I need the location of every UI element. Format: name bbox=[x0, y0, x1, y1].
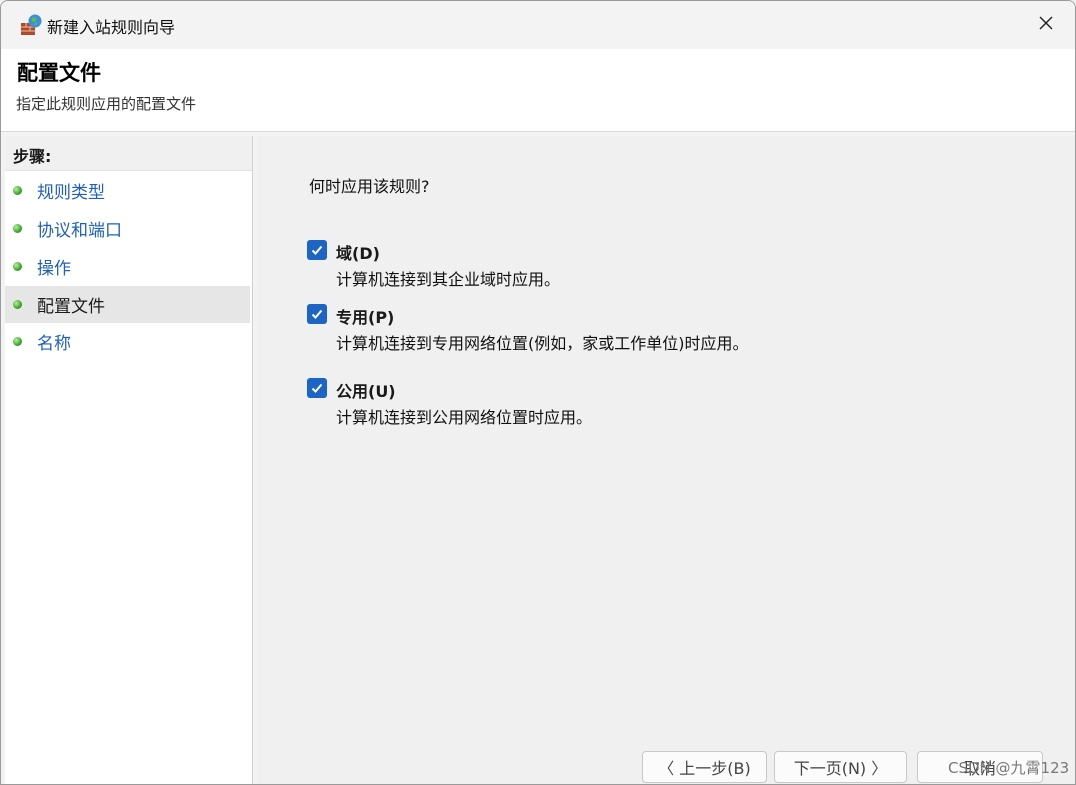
step-name[interactable]: 名称 bbox=[5, 323, 250, 360]
steps-heading: 步骤: bbox=[5, 136, 252, 171]
step-label: 协议和端口 bbox=[37, 221, 122, 241]
step-status-icon bbox=[13, 262, 22, 271]
checkmark-icon bbox=[311, 245, 323, 255]
steps-panel: 步骤: 规则类型 协议和端口 操作 配置文件 名称 bbox=[5, 136, 253, 784]
private-description: 计算机连接到专用网络位置(例如，家或工作单位)时应用。 bbox=[336, 334, 749, 353]
public-label[interactable]: 公用(U) bbox=[336, 378, 396, 402]
apply-question: 何时应用该规则? bbox=[309, 177, 430, 196]
step-rule-type[interactable]: 规则类型 bbox=[5, 172, 250, 209]
wizard-window: 新建入站规则向导 配置文件 指定此规则应用的配置文件 步骤: 规则类型 协议和端… bbox=[0, 0, 1076, 785]
step-label: 规则类型 bbox=[37, 183, 105, 203]
checkmark-icon bbox=[311, 383, 323, 393]
step-label: 名称 bbox=[37, 334, 71, 354]
close-icon bbox=[1038, 15, 1054, 35]
public-checkbox[interactable] bbox=[307, 378, 327, 398]
step-status-icon bbox=[13, 224, 22, 233]
checkmark-icon bbox=[311, 309, 323, 319]
step-label: 操作 bbox=[37, 259, 71, 279]
step-status-icon bbox=[13, 186, 22, 195]
private-label[interactable]: 专用(P) bbox=[336, 304, 394, 328]
domain-description: 计算机连接到其企业域时应用。 bbox=[336, 270, 561, 289]
firewall-icon bbox=[19, 13, 43, 37]
step-status-icon bbox=[13, 337, 22, 346]
window-title: 新建入站规则向导 bbox=[47, 18, 176, 37]
step-profile[interactable]: 配置文件 bbox=[5, 286, 250, 323]
domain-label[interactable]: 域(D) bbox=[336, 240, 380, 264]
title-bar: 新建入站规则向导 bbox=[1, 1, 1075, 49]
next-button[interactable]: 下一页(N) 〉 bbox=[774, 751, 907, 783]
back-button[interactable]: 〈 上一步(B) bbox=[642, 751, 767, 783]
step-status-icon bbox=[13, 300, 22, 309]
private-checkbox[interactable] bbox=[307, 304, 327, 324]
public-description: 计算机连接到公用网络位置时应用。 bbox=[336, 408, 593, 427]
close-button[interactable] bbox=[1017, 1, 1075, 49]
page-subtitle: 指定此规则应用的配置文件 bbox=[16, 95, 197, 113]
main-content: 何时应用该规则? 域(D) 计算机连接到其企业域时应用。 专用(P) 计算机连接… bbox=[257, 136, 1075, 784]
step-protocol-ports[interactable]: 协议和端口 bbox=[5, 210, 250, 247]
watermark: CSDN @九霄123 bbox=[948, 759, 1070, 777]
page-title: 配置文件 bbox=[17, 61, 101, 85]
page-header: 配置文件 指定此规则应用的配置文件 bbox=[1, 49, 1075, 132]
domain-checkbox[interactable] bbox=[307, 240, 327, 260]
step-label: 配置文件 bbox=[37, 297, 105, 317]
step-action[interactable]: 操作 bbox=[5, 248, 250, 285]
